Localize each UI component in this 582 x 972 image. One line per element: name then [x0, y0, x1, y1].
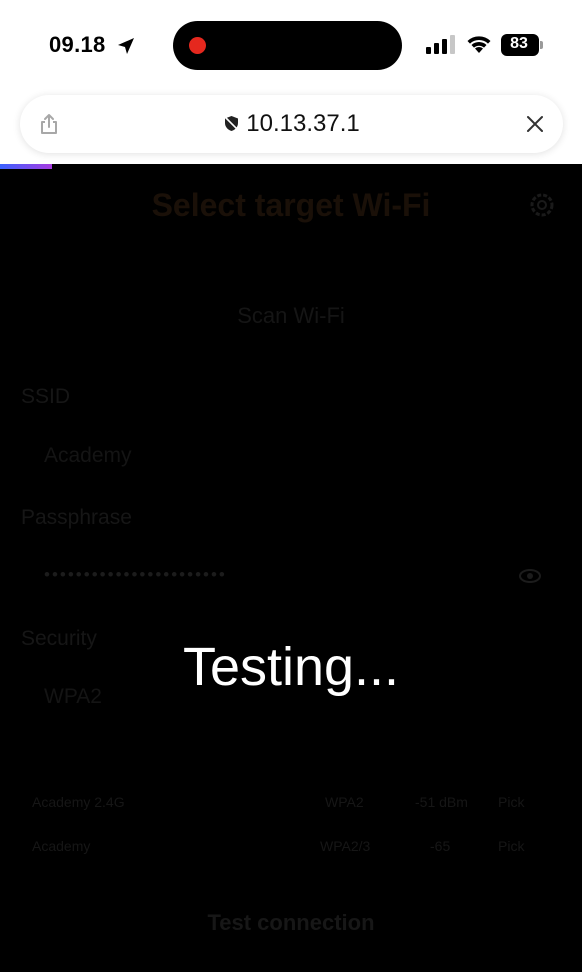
network-ssid: Academy: [32, 838, 91, 854]
ssid-field[interactable]: Academy: [44, 444, 132, 468]
network-signal: -51 dBm: [415, 794, 468, 810]
network-signal: -65: [430, 838, 451, 854]
battery-icon: 83: [501, 34, 539, 56]
status-time: 09.18: [49, 32, 106, 57]
status-bar: 09.18 83: [0, 0, 582, 90]
close-icon[interactable]: [525, 114, 545, 134]
shield-icon: [224, 116, 239, 131]
battery-level: 83: [510, 35, 528, 52]
url-text: 10.13.37.1: [246, 110, 360, 137]
testing-overlay-message: Testing...: [182, 637, 400, 697]
location-arrow-icon: [118, 38, 134, 54]
browser-toolbar: 10.13.37.1: [0, 90, 582, 164]
passphrase-label: Passphrase: [21, 506, 132, 529]
test-connection-button[interactable]: Test connection: [0, 910, 582, 936]
network-security: WPA2/3: [320, 838, 371, 854]
eye-icon[interactable]: [518, 566, 542, 586]
scan-wifi-button[interactable]: Scan Wi-Fi: [0, 303, 582, 329]
gear-icon[interactable]: [526, 189, 558, 221]
url-display[interactable]: 10.13.37.1: [20, 110, 563, 138]
network-pick-button[interactable]: Pick: [498, 838, 524, 854]
passphrase-field[interactable]: •••••••••••••••••••••••: [44, 565, 227, 585]
recording-indicator-icon: [189, 37, 206, 54]
wifi-icon: [467, 36, 491, 53]
network-pick-button[interactable]: Pick: [498, 794, 524, 810]
page-content: Select target Wi-Fi Scan Wi-Fi SSID Acad…: [0, 169, 582, 972]
network-row[interactable]: Academy 2.4G WPA2 -51 dBm Pick: [0, 788, 582, 818]
page-title: Select target Wi-Fi: [151, 187, 431, 223]
network-ssid: Academy 2.4G: [32, 794, 125, 810]
network-row[interactable]: Academy WPA2/3 -65 Pick: [0, 832, 582, 862]
network-security: WPA2: [325, 794, 364, 810]
dynamic-island: [173, 21, 402, 70]
cellular-signal-icon: [426, 35, 455, 54]
battery-indicator: 83: [501, 34, 545, 56]
ssid-label: SSID: [21, 385, 71, 408]
address-bar[interactable]: 10.13.37.1: [20, 95, 563, 153]
